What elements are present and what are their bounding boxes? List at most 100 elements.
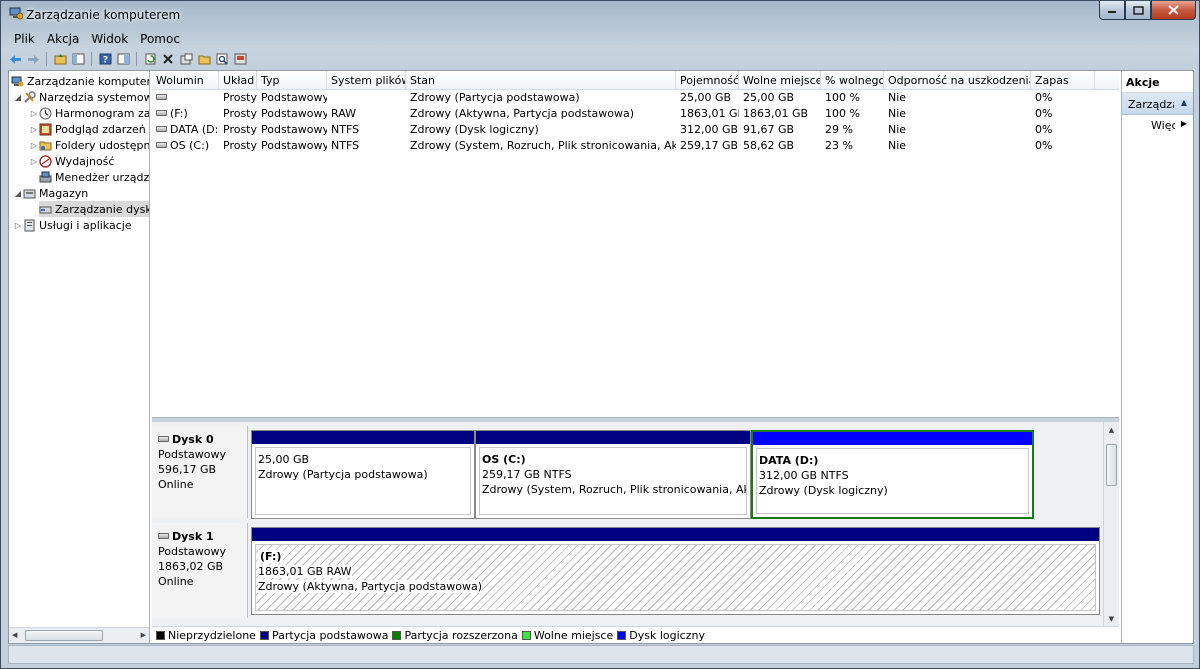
volume-layout: Prosty (223, 107, 257, 120)
volume-overhead: 0% (1035, 139, 1053, 152)
column-header-type[interactable]: Typ (257, 71, 327, 90)
expand-arrow-icon[interactable]: ▷ (29, 141, 39, 150)
tree-item-system-tools[interactable]: ◢ Narzędzia systemowe (13, 89, 149, 105)
tree-item-event-viewer[interactable]: ▷ Podgląd zdarzeń (29, 121, 146, 137)
volume-capacity: 25,00 GB (680, 91, 732, 104)
tree-item-services[interactable]: ▷ Usługi i aplikacje (13, 217, 132, 233)
tree-item-disk-management[interactable]: Zarządzanie dyskami (39, 201, 149, 217)
menu-bar: Plik Akcja Widok Pomoc (8, 30, 186, 49)
column-header-capacity[interactable]: Pojemność (676, 71, 739, 90)
column-header-layout[interactable]: Układ (219, 71, 257, 90)
column-header-overhead[interactable]: Zapas (1031, 71, 1095, 90)
collapse-arrow-icon[interactable]: ◢ (13, 189, 23, 198)
disk-label[interactable]: Dysk 0 Podstawowy 596,17 GB Online (152, 426, 248, 518)
menu-view[interactable]: Widok (85, 30, 134, 49)
legend-swatch (156, 630, 165, 640)
volume-row[interactable]: Prosty Podstawowy Zdrowy (Partycja podst… (152, 90, 1119, 106)
more-actions-item[interactable]: Więcej akcji ▶ (1122, 115, 1193, 135)
tree-item-storage[interactable]: ◢ Magazyn (13, 185, 88, 201)
column-header-status[interactable]: Stan (406, 71, 676, 90)
forward-icon[interactable] (26, 52, 40, 66)
column-header-volume[interactable]: Wolumin (152, 71, 219, 90)
tree-item-performance[interactable]: ▷ Wydajność (29, 153, 115, 169)
clock-icon (39, 107, 52, 119)
properties-icon[interactable] (179, 52, 193, 66)
volume-fault-tolerance: Nie (888, 123, 907, 136)
scroll-right-icon[interactable]: ▶ (141, 631, 146, 639)
disk-icon[interactable] (233, 52, 247, 66)
scroll-down-icon[interactable]: ▼ (1104, 615, 1119, 623)
tree-item-task-scheduler[interactable]: ▷ Harmonogram zadań (29, 105, 149, 121)
partition[interactable]: 25,00 GB Zdrowy (Partycja podstawowa) (251, 430, 475, 519)
volume-type: Podstawowy (261, 107, 327, 120)
partition[interactable]: (F:) 1863,01 GB RAW Zdrowy (Aktywna, Par… (251, 527, 1100, 615)
up-folder-icon[interactable] (53, 52, 67, 66)
submenu-arrow-icon: ▶ (1180, 119, 1187, 128)
expand-arrow-icon[interactable]: ▷ (13, 221, 23, 230)
refresh-icon[interactable] (143, 52, 157, 66)
help-icon[interactable]: ? (98, 52, 112, 66)
maximize-icon (1132, 5, 1144, 15)
disk-icon (158, 436, 169, 442)
tools-icon (24, 90, 36, 103)
close-button[interactable] (1151, 1, 1196, 20)
menu-action[interactable]: Akcja (41, 30, 85, 49)
scroll-up-icon[interactable]: ▲ (1104, 426, 1119, 434)
delete-icon[interactable] (161, 52, 175, 66)
disk-state: Online (158, 478, 194, 491)
maximize-button[interactable] (1125, 1, 1151, 20)
partition[interactable]: OS (C:) 259,17 GB NTFS Zdrowy (System, R… (475, 430, 751, 519)
column-header-fault-tolerance[interactable]: Odporność na uszkodzenia (884, 71, 1031, 90)
volume-layout: Prosty (223, 91, 257, 104)
partition-title: DATA (D:) (759, 454, 819, 467)
scroll-left-icon[interactable]: ◀ (12, 631, 17, 639)
volume-free: 58,62 GB (743, 139, 795, 152)
expand-arrow-icon[interactable]: ▷ (29, 109, 39, 118)
search-icon[interactable] (215, 52, 229, 66)
actions-section-disk-management[interactable]: Zarządzanie dyskami ▲ (1122, 93, 1193, 115)
graphical-vertical-scrollbar[interactable]: ▲ ▼ (1103, 422, 1119, 626)
partition[interactable]: DATA (D:) 312,00 GB NTFS Zdrowy (Dysk lo… (751, 430, 1034, 519)
title-bar[interactable]: Zarządzanie komputerem (1, 1, 1199, 29)
collapse-arrow-icon[interactable]: ◢ (13, 93, 23, 102)
expand-arrow-icon[interactable]: ▷ (29, 125, 39, 134)
volume-overhead: 0% (1035, 123, 1053, 136)
partition-body: OS (C:) 259,17 GB NTFS Zdrowy (System, R… (479, 447, 747, 515)
volume-row[interactable]: DATA (D:) Prosty Podstawowy NTFS Zdrowy … (152, 122, 1119, 138)
more-actions-label: Więcej akcji (1151, 119, 1175, 132)
volume-list-header: Wolumin Układ Typ System plików Stan Poj… (152, 71, 1119, 90)
scroll-thumb[interactable] (25, 630, 103, 641)
volume-row[interactable]: (F:) Prosty Podstawowy RAW Zdrowy (Aktyw… (152, 106, 1119, 122)
disk-label[interactable]: Dysk 1 Podstawowy 1863,02 GB Online (152, 523, 248, 618)
minimize-button[interactable] (1099, 1, 1125, 20)
tree-item-device-manager[interactable]: Menedżer urządzeń (39, 169, 150, 185)
event-viewer-icon (39, 123, 52, 135)
minimize-icon (1108, 11, 1116, 13)
legend-label: Dysk logiczny (629, 628, 705, 642)
menu-file[interactable]: Plik (8, 30, 41, 49)
tree-label: Zarządzanie dyskami (55, 202, 149, 216)
volume-percent-free: 29 % (825, 123, 853, 136)
show-hide-tree-icon[interactable] (71, 52, 85, 66)
back-icon[interactable] (8, 52, 22, 66)
volume-row[interactable]: OS (C:) Prosty Podstawowy NTFS Zdrowy (S… (152, 138, 1119, 154)
open-icon[interactable] (197, 52, 211, 66)
column-header-percent-free[interactable]: % wolnego (821, 71, 884, 90)
scroll-thumb[interactable] (1106, 444, 1117, 486)
expand-arrow-icon[interactable]: ▷ (29, 157, 39, 166)
legend: Nieprzydzielone Partycja podstawowa Part… (152, 626, 1119, 643)
drive-icon (156, 110, 167, 116)
tree-horizontal-scrollbar[interactable]: ◀ ▶ (9, 627, 149, 643)
properties-pane-icon[interactable] (116, 52, 130, 66)
tree-label: Menedżer urządzeń (55, 170, 150, 184)
legend-item: Nieprzydzielone (156, 629, 256, 642)
tree-label: Podgląd zdarzeń (55, 122, 146, 136)
column-header-filesystem[interactable]: System plików (327, 71, 406, 90)
volume-fault-tolerance: Nie (888, 139, 907, 152)
tree-item-root[interactable]: Zarządzanie komputerem (11, 73, 149, 89)
column-header-free-space[interactable]: Wolne miejsce (739, 71, 821, 90)
tree-item-shared-folders[interactable]: ▷ Foldery udostępnione (29, 137, 149, 153)
menu-help[interactable]: Pomoc (134, 30, 186, 49)
collapse-up-icon[interactable]: ▲ (1181, 98, 1187, 107)
window: Zarządzanie komputerem Plik Akcja Widok … (0, 0, 1200, 669)
